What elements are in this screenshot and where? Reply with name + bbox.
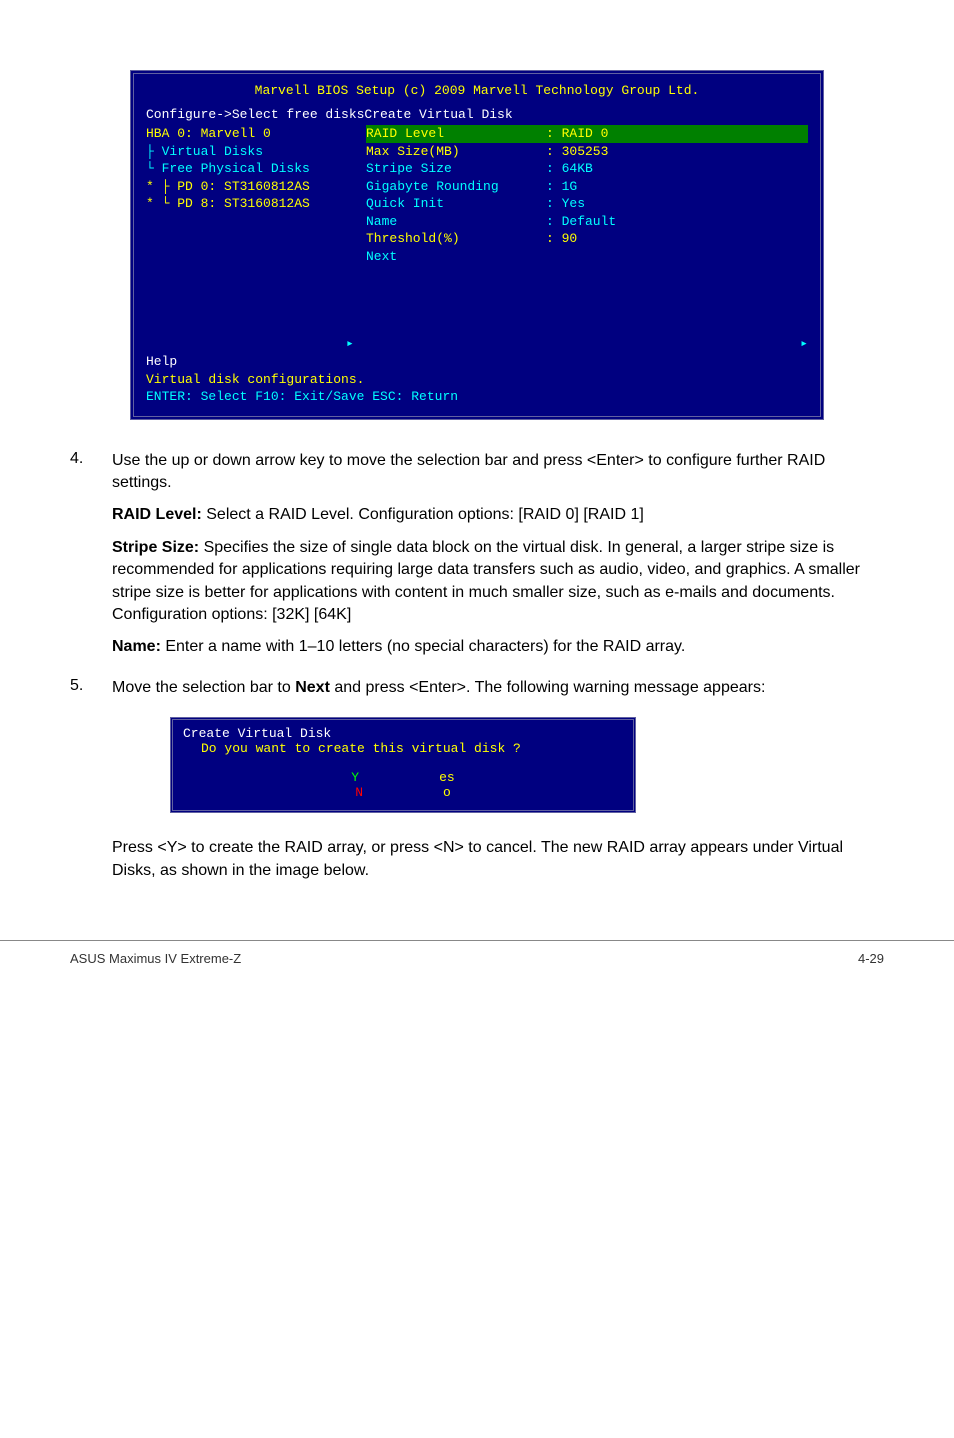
footer-left: ASUS Maximus IV Extreme-Z (70, 951, 241, 966)
dialog-yes: Yes (311, 770, 494, 785)
after-dialog-paragraph-block: Press <Y> to create the RAID array, or p… (70, 837, 884, 882)
next-bold: Next (295, 679, 330, 696)
name-row: Name : Default (366, 213, 808, 231)
left-arrow-indicator: ▸ ▸ (146, 335, 808, 353)
page-footer: ASUS Maximus IV Extreme-Z 4-29 (0, 940, 954, 996)
step-5-text-after: and press <Enter>. The following warning… (330, 679, 766, 696)
stripe-size-row: Stripe Size : 64KB (366, 160, 808, 178)
pd8-line: * └ PD 8: ST3160812AS (146, 195, 366, 213)
bios-title: Marvell BIOS Setup (c) 2009 Marvell Tech… (146, 82, 808, 100)
hba-line: HBA 0: Marvell 0 (146, 125, 366, 143)
bios-left-pane: HBA 0: Marvell 0 ├ Virtual Disks └ Free … (146, 125, 366, 265)
stripe-size-val: : 64KB (546, 160, 593, 178)
stripe-size-paragraph: Stripe Size: Specifies the size of singl… (112, 537, 884, 627)
step-5-number: 5. (70, 677, 112, 699)
name-key: Name (366, 213, 546, 231)
virtual-disks-line: ├ Virtual Disks (146, 143, 366, 161)
next-key: Next (366, 248, 546, 266)
stripe-size-config: Configuration options: [32K] [64K] (112, 606, 351, 623)
name-val: : Default (546, 213, 616, 231)
step-4-number: 4. (70, 450, 112, 659)
threshold-row: Threshold(%) : 90 (366, 230, 808, 248)
bios-right-pane: RAID Level : RAID 0 Max Size(MB) : 30525… (366, 125, 808, 265)
bios-breadcrumb: Configure->Select free disksCreate Virtu… (146, 106, 808, 124)
name-label: Name: (112, 638, 165, 655)
help-text: Virtual disk configurations. (146, 371, 808, 389)
right-scroll-arrow-icon: ▸ (800, 335, 808, 353)
no-rest: o (443, 785, 451, 800)
quick-init-key: Quick Init (366, 195, 546, 213)
raid-level-key: RAID Level (366, 125, 546, 143)
gb-rounding-row: Gigabyte Rounding : 1G (366, 178, 808, 196)
step-5: 5. Move the selection bar to Next and pr… (70, 677, 884, 699)
threshold-key: Threshold(%) (366, 230, 546, 248)
dialog-no: No (315, 785, 491, 800)
stripe-size-label: Stripe Size: (112, 539, 204, 556)
quick-init-row: Quick Init : Yes (366, 195, 808, 213)
name-text: Enter a name with 1–10 letters (no speci… (165, 638, 685, 655)
quick-init-val: : Yes (546, 195, 585, 213)
threshold-val: : 90 (546, 230, 577, 248)
after-dialog-text: Press <Y> to create the RAID array, or p… (112, 837, 884, 882)
dialog-question: Do you want to create this virtual disk … (201, 741, 623, 756)
footer-right: 4-29 (858, 951, 884, 966)
raid-level-row: RAID Level : RAID 0 (366, 125, 808, 143)
gb-rounding-val: : 1G (546, 178, 577, 196)
raid-level-paragraph: RAID Level: Select a RAID Level. Configu… (112, 504, 884, 526)
yes-rest: es (439, 770, 455, 785)
next-row: Next (366, 248, 808, 266)
stripe-size-text: Specifies the size of single data block … (112, 539, 860, 601)
dialog-title: Create Virtual Disk (183, 726, 623, 741)
raid-level-label: RAID Level: (112, 506, 206, 523)
raid-level-text: Select a RAID Level. Configuration optio… (206, 506, 644, 523)
step-5-text-before: Move the selection bar to (112, 679, 295, 696)
step-4-text: Use the up or down arrow key to move the… (112, 450, 884, 495)
help-label: Help (146, 353, 808, 371)
left-scroll-arrow-icon: ▸ (346, 335, 354, 353)
gb-rounding-key: Gigabyte Rounding (366, 178, 546, 196)
stripe-size-key: Stripe Size (366, 160, 546, 178)
name-paragraph: Name: Enter a name with 1–10 letters (no… (112, 636, 884, 658)
free-disks-line: └ Free Physical Disks (146, 160, 366, 178)
bios-setup-screen: Marvell BIOS Setup (c) 2009 Marvell Tech… (130, 70, 824, 420)
yes-hotkey: Y (351, 770, 359, 785)
raid-level-val: : RAID 0 (546, 125, 608, 143)
help-keys: ENTER: Select F10: Exit/Save ESC: Return (146, 388, 808, 406)
create-vd-dialog: Create Virtual Disk Do you want to creat… (170, 717, 636, 813)
pd0-line: * ├ PD 0: ST3160812AS (146, 178, 366, 196)
max-size-val: : 305253 (546, 143, 608, 161)
no-hotkey: N (355, 785, 363, 800)
max-size-key: Max Size(MB) (366, 143, 546, 161)
max-size-row: Max Size(MB) : 305253 (366, 143, 808, 161)
step-4: 4. Use the up or down arrow key to move … (70, 450, 884, 659)
